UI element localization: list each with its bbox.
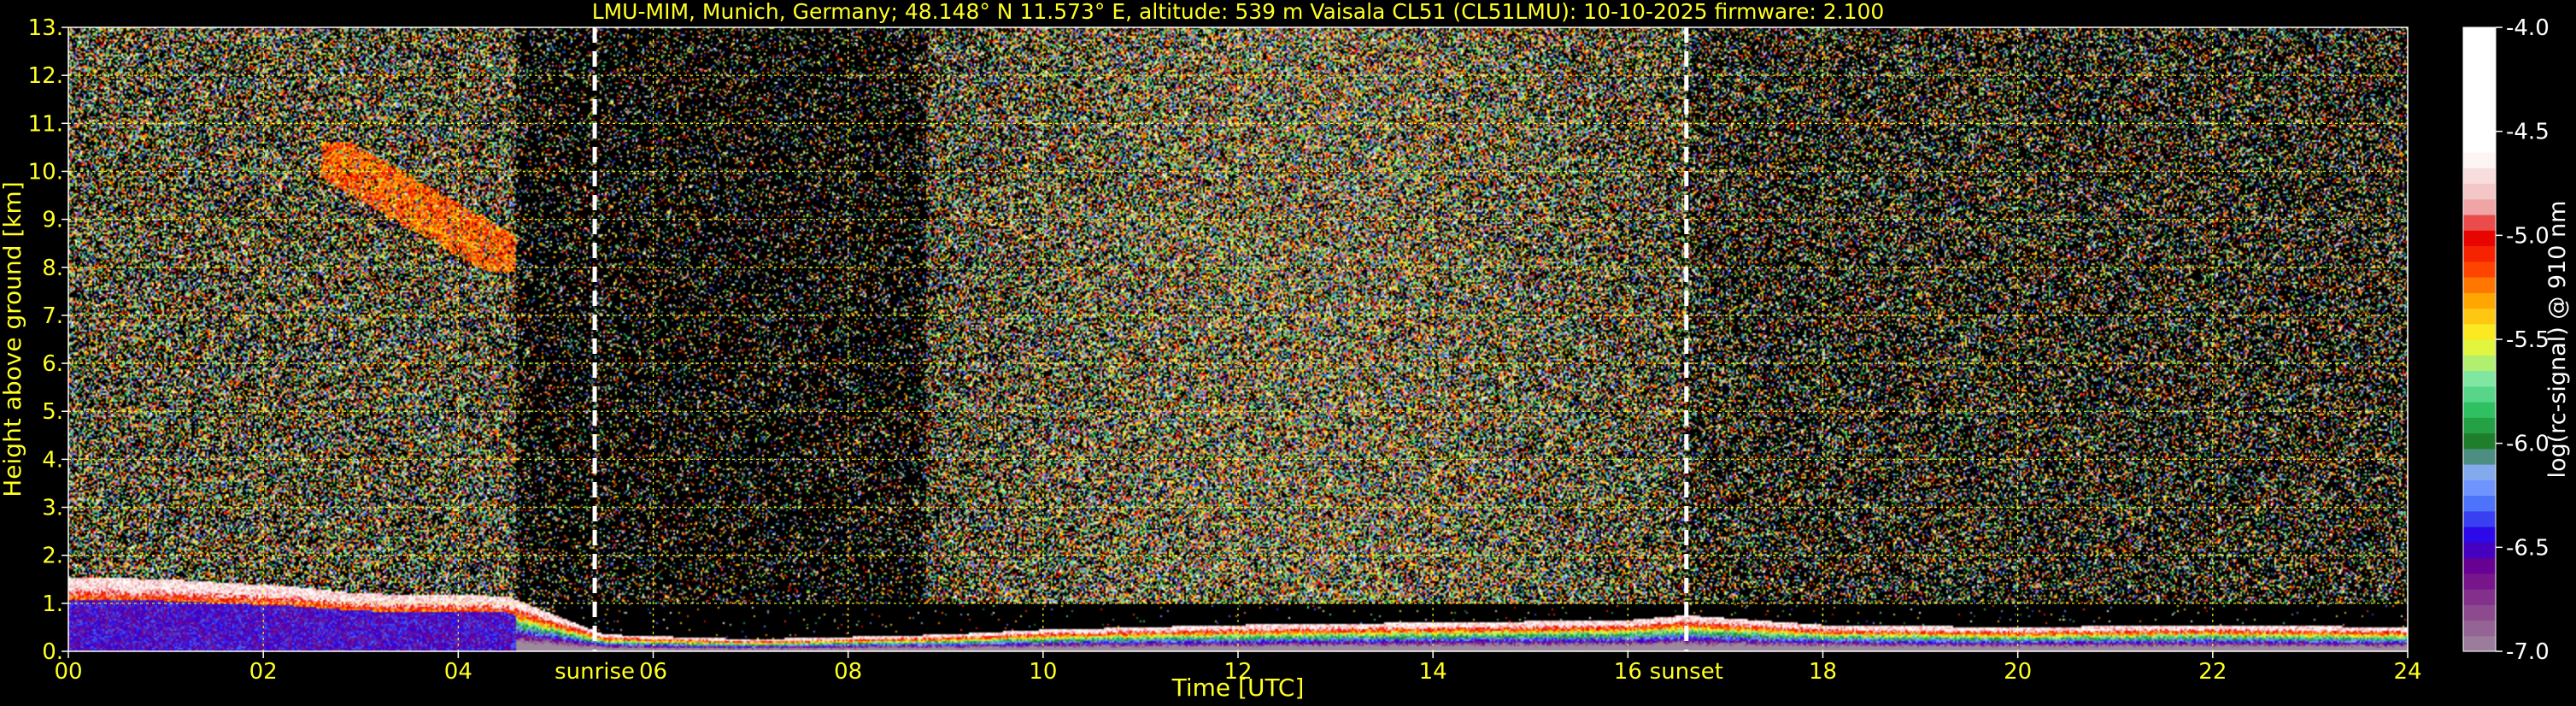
colorbar-swatch (2463, 277, 2496, 293)
colorbar-swatch (2463, 448, 2496, 465)
x-axis-label: Time [UTC] (1171, 674, 1305, 702)
colorbar-swatch (2463, 557, 2496, 574)
colorbar-swatch (2463, 432, 2496, 450)
y-tick-label: 0. (42, 639, 63, 665)
colorbar-swatch (2463, 168, 2496, 185)
colorbar-swatch (2463, 370, 2496, 387)
colorbar-swatch (2463, 308, 2496, 325)
marker-label-sunrise: sunrise (555, 659, 635, 685)
colorbar-swatch (2463, 90, 2496, 106)
y-tick-label: 1. (42, 591, 63, 617)
lidar-figure: LMU-MIM, Munich, Germany; 48.148° N 11.5… (0, 0, 2576, 706)
colorbar-swatch (2463, 74, 2496, 91)
x-tick-label: 02 (249, 659, 278, 685)
x-tick-label: 10 (1029, 659, 1057, 685)
colorbar-swatch (2463, 121, 2496, 138)
colorbar-swatch (2463, 417, 2496, 434)
colorbar-swatch (2463, 198, 2496, 215)
colorbar-tick-label: -5.5 (2506, 327, 2550, 353)
chart-title: LMU-MIM, Munich, Germany; 48.148° N 11.5… (592, 0, 1885, 24)
colorbar-swatch (2463, 58, 2496, 75)
y-tick-label: 12. (28, 63, 63, 89)
y-tick-label: 9. (42, 208, 63, 233)
colorbar-swatch (2463, 573, 2496, 590)
colorbar-swatch (2463, 479, 2496, 497)
x-tick-label: 16 (1614, 659, 1642, 685)
y-tick-label: 5. (42, 399, 63, 425)
colorbar-swatch (2463, 635, 2496, 652)
colorbar-tick-label: -4.5 (2506, 120, 2550, 145)
colorbar-swatch (2463, 105, 2496, 122)
x-tick-label: 20 (2004, 659, 2032, 685)
colorbar-swatch (2463, 510, 2496, 527)
x-tick-label: 24 (2393, 659, 2421, 685)
plot-area (67, 26, 2409, 652)
x-tick-label: 06 (639, 659, 667, 685)
y-tick-label: 10. (28, 159, 63, 185)
x-tick-label: 22 (2198, 659, 2227, 685)
colorbar-swatch (2463, 464, 2496, 480)
y-tick-label: 2. (42, 544, 63, 569)
colorbar-swatch (2463, 292, 2496, 309)
colorbar-tick-label: -6.5 (2506, 535, 2550, 561)
y-tick-label: 4. (42, 447, 63, 473)
colorbar-swatch (2463, 355, 2496, 372)
colorbar-swatch (2463, 604, 2496, 621)
colorbar-swatch (2463, 402, 2496, 418)
colorbar-tick-label: -6.0 (2506, 432, 2550, 457)
colorbar-swatches (2463, 27, 2496, 652)
y-tick-label: 7. (42, 303, 63, 329)
y-tick-label: 13. (28, 15, 63, 41)
colorbar-swatch (2463, 495, 2496, 512)
x-tick-label: 18 (1809, 659, 1837, 685)
colorbar-label: log(rc-signal) @ 910 nm (2544, 201, 2571, 479)
colorbar-swatch (2463, 527, 2496, 543)
colorbar-tick-label: -5.0 (2506, 223, 2550, 249)
colorbar-swatch (2463, 542, 2496, 559)
colorbar-swatch (2463, 323, 2496, 340)
y-tick-label: 6. (42, 351, 63, 377)
colorbar-swatch (2463, 215, 2496, 231)
colorbar-swatch (2463, 27, 2496, 44)
colorbar-swatch (2463, 136, 2496, 153)
colorbar-swatch (2463, 385, 2496, 403)
colorbar-swatch (2463, 339, 2496, 356)
colorbar-swatch (2463, 152, 2496, 168)
y-tick-label: 3. (42, 496, 63, 521)
colorbar-swatch (2463, 261, 2496, 278)
colorbar-tick-label: -4.0 (2506, 15, 2550, 41)
colorbar-swatch (2463, 620, 2496, 637)
marker-label-sunset: sunset (1650, 659, 1723, 685)
colorbar-tick-label: -7.0 (2506, 639, 2550, 665)
colorbar-swatch (2463, 230, 2496, 247)
colorbar-swatch (2463, 245, 2496, 262)
y-tick-label: 11. (28, 111, 63, 137)
x-tick-label: 08 (834, 659, 862, 685)
y-tick-label: 8. (42, 256, 63, 281)
colorbar-swatch (2463, 183, 2496, 200)
y-axis-label: Height above ground [km] (0, 181, 26, 497)
colorbar-swatch (2463, 589, 2496, 605)
x-tick-label: 04 (444, 659, 472, 685)
colorbar-swatch (2463, 43, 2496, 60)
x-tick-label: 14 (1419, 659, 1447, 685)
